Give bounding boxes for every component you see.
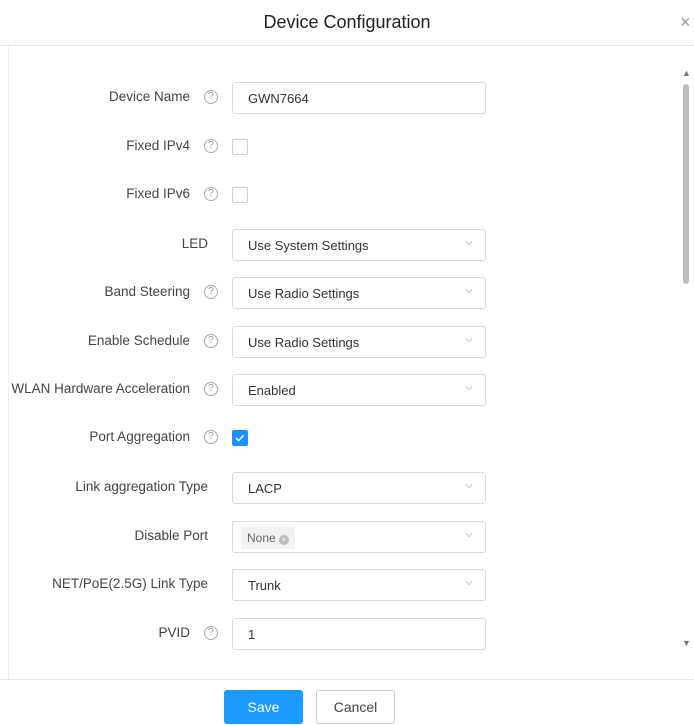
- wlan-hw-accel-label: WLAN Hardware Acceleration: [11, 381, 190, 396]
- help-icon[interactable]: ?: [204, 382, 218, 396]
- pvid-label: PVID: [158, 625, 190, 640]
- enable-schedule-row: Enable Schedule ? Use Radio Settings: [0, 326, 680, 358]
- help-icon[interactable]: ?: [204, 90, 218, 104]
- link-aggregation-type-select[interactable]: LACP: [232, 472, 486, 504]
- help-icon[interactable]: ?: [204, 626, 218, 640]
- help-icon[interactable]: ?: [204, 285, 218, 299]
- close-icon[interactable]: ×: [278, 535, 289, 545]
- link-aggregation-type-label: Link aggregation Type: [75, 479, 208, 494]
- enable-schedule-select[interactable]: Use Radio Settings: [232, 326, 486, 358]
- fixed-ipv4-label: Fixed IPv4: [126, 138, 190, 153]
- help-icon[interactable]: ?: [204, 334, 218, 348]
- wlan-hw-accel-value: Enabled: [248, 383, 296, 398]
- enable-schedule-label: Enable Schedule: [87, 333, 190, 348]
- help-icon[interactable]: ?: [204, 139, 218, 153]
- disable-port-select[interactable]: None ×: [232, 521, 486, 553]
- disable-port-tag-label: None: [247, 531, 276, 545]
- chevron-down-icon: [465, 338, 473, 343]
- device-name-label: Device Name: [108, 89, 190, 104]
- scroll-down-arrow-icon[interactable]: ▼: [682, 638, 691, 648]
- port-aggregation-checkbox[interactable]: [232, 430, 248, 446]
- dialog-title: Device Configuration: [263, 12, 431, 32]
- checkmark-icon: [235, 434, 245, 442]
- fixed-ipv4-row: Fixed IPv4 ?: [0, 131, 680, 163]
- pvid-value: 1: [248, 627, 256, 642]
- fixed-ipv6-label: Fixed IPv6: [126, 186, 190, 201]
- fixed-ipv4-checkbox[interactable]: [232, 139, 248, 155]
- cancel-button[interactable]: Cancel: [316, 690, 395, 724]
- save-button[interactable]: Save: [224, 690, 303, 724]
- close-icon[interactable]: ×: [680, 12, 694, 32]
- device-name-value: GWN7664: [248, 91, 309, 106]
- band-steering-label: Band Steering: [104, 284, 190, 299]
- fixed-ipv6-checkbox[interactable]: [232, 187, 248, 203]
- led-value: Use System Settings: [248, 238, 369, 253]
- pvid-input[interactable]: 1: [232, 618, 486, 650]
- led-label: LED: [181, 236, 208, 251]
- disable-port-label: Disable Port: [134, 528, 208, 543]
- net-poe-link-type-select[interactable]: Trunk: [232, 569, 486, 601]
- scrollbar[interactable]: ▲ ▼: [680, 66, 692, 652]
- link-aggregation-type-value: LACP: [248, 481, 282, 496]
- scroll-up-arrow-icon[interactable]: ▲: [682, 68, 691, 78]
- chevron-down-icon: [465, 484, 473, 489]
- band-steering-row: Band Steering ? Use Radio Settings: [0, 277, 680, 309]
- chevron-down-icon: [465, 533, 473, 538]
- device-name-input[interactable]: GWN7664: [232, 82, 486, 114]
- chevron-down-icon: [465, 581, 473, 586]
- chevron-down-icon: [465, 386, 473, 391]
- wlan-hw-accel-select[interactable]: Enabled: [232, 374, 486, 406]
- port-aggregation-row: Port Aggregation ?: [0, 422, 680, 454]
- port-aggregation-label: Port Aggregation: [89, 429, 190, 444]
- net-poe-link-type-value: Trunk: [248, 578, 281, 593]
- disable-port-tag[interactable]: None ×: [241, 527, 295, 549]
- band-steering-select[interactable]: Use Radio Settings: [232, 277, 486, 309]
- led-row: LED Use System Settings: [0, 229, 680, 261]
- dialog-footer: Save Cancel: [0, 679, 694, 725]
- scrollbar-thumb[interactable]: [683, 84, 689, 284]
- device-configuration-dialog: Device Configuration × Device Name ? GWN…: [0, 0, 694, 725]
- help-icon[interactable]: ?: [204, 430, 218, 444]
- band-steering-value: Use Radio Settings: [248, 286, 360, 301]
- link-aggregation-type-row: Link aggregation Type LACP: [0, 472, 680, 504]
- enable-schedule-value: Use Radio Settings: [248, 335, 360, 350]
- pvid-row: PVID ? 1: [0, 618, 680, 650]
- help-icon[interactable]: ?: [204, 187, 218, 201]
- device-name-row: Device Name ? GWN7664: [0, 82, 680, 114]
- fixed-ipv6-row: Fixed IPv6 ?: [0, 179, 680, 211]
- dialog-header: Device Configuration ×: [0, 0, 694, 46]
- net-poe-link-type-label: NET/PoE(2.5G) Link Type: [52, 576, 208, 591]
- disable-port-row: Disable Port None ×: [0, 521, 680, 553]
- wlan-hw-accel-row: WLAN Hardware Acceleration ? Enabled: [0, 374, 680, 406]
- led-select[interactable]: Use System Settings: [232, 229, 486, 261]
- chevron-down-icon: [465, 241, 473, 246]
- chevron-down-icon: [465, 289, 473, 294]
- net-poe-link-type-row: NET/PoE(2.5G) Link Type Trunk: [0, 569, 680, 601]
